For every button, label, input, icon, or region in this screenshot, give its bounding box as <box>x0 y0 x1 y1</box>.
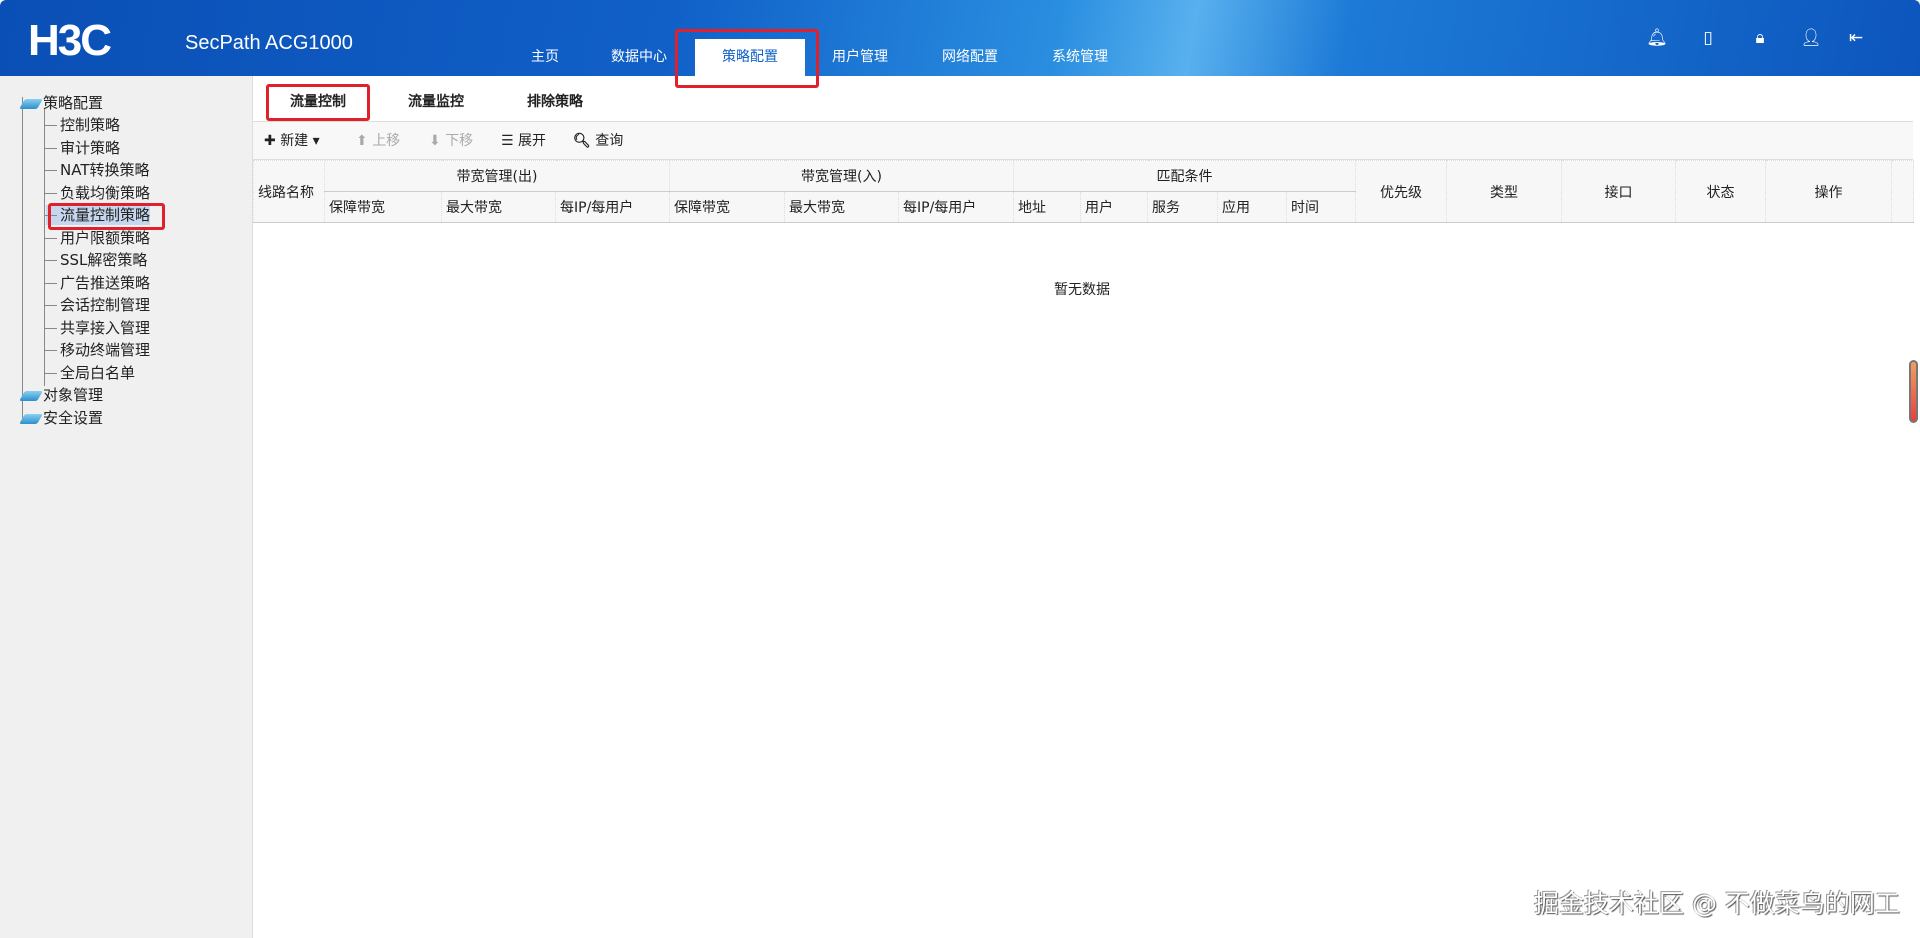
sidebar-item[interactable]: 会话控制管理 <box>44 295 151 315</box>
sidebar-item-label: 负载均衡策略 <box>60 183 151 202</box>
tree-node-label: 安全设置 <box>43 409 104 427</box>
col-status: 状态 <box>1675 160 1766 223</box>
expand-button[interactable]: ☰ 展开 <box>501 131 546 151</box>
tree-node-object-management[interactable]: 对象管理 <box>19 385 104 405</box>
save-icon[interactable]: ▯ <box>1696 26 1720 50</box>
highlight-box-nav <box>675 29 819 88</box>
sidebar-item[interactable]: SSL解密策略 <box>44 250 148 270</box>
expand-label: 展开 <box>518 133 547 149</box>
sidebar-item[interactable]: 广告推送策略 <box>44 273 151 293</box>
sidebar-item[interactable]: 移动终端管理 <box>44 340 151 360</box>
col-address: 地址 <box>1013 191 1081 223</box>
sidebar-item[interactable]: NAT转换策略 <box>44 160 150 180</box>
h3c-logo: H3C <box>28 16 112 65</box>
col-max-bw: 最大带宽 <box>784 191 899 223</box>
plus-icon: ✚ <box>264 133 276 149</box>
sidebar-item[interactable]: 共享接入管理 <box>44 318 151 338</box>
move-down-label: 下移 <box>445 133 474 149</box>
tree-node-security-settings[interactable]: 安全设置 <box>19 408 104 428</box>
toolbar: ✚ 新建 ▾ ⬆ 上移 ⬇ 下移 ☰ 展开 🔍︎ 查询 <box>253 122 1913 160</box>
sidebar-item-label: 移动终端管理 <box>60 341 151 359</box>
sidebar-item-label: SSL解密策略 <box>60 251 148 269</box>
sidebar-item[interactable]: 用户限额策略 <box>44 228 151 248</box>
col-service: 服务 <box>1147 191 1218 223</box>
col-user: 用户 <box>1080 191 1148 223</box>
col-per-ip: 每IP/每用户 <box>555 191 670 223</box>
col-action: 操作 <box>1765 160 1892 223</box>
search-icon: 🔍︎ <box>573 133 591 149</box>
empty-message: 暂无数据 <box>1054 282 1110 298</box>
user-icon[interactable]: 👤︎ <box>1799 26 1823 50</box>
col-time: 时间 <box>1286 191 1356 223</box>
arrow-down-circle-icon: ⬇ <box>429 133 441 149</box>
list-icon: ☰ <box>501 133 514 149</box>
col-line-name: 线路名称 <box>253 160 325 223</box>
tree-node-label: 对象管理 <box>43 386 104 404</box>
move-down-button[interactable]: ⬇ 下移 <box>429 131 473 151</box>
col-match: 匹配条件 <box>1013 160 1356 192</box>
arrow-up-circle-icon: ⬆ <box>356 133 368 149</box>
sidebar-item-label: 会话控制管理 <box>60 296 151 314</box>
col-bw-out: 带宽管理(出) <box>324 160 670 192</box>
move-up-label: 上移 <box>372 133 401 149</box>
new-button[interactable]: ✚ 新建 ▾ <box>264 131 320 151</box>
product-name: SecPath ACG1000 <box>185 32 353 54</box>
sidebar-item-label: 审计策略 <box>60 138 121 157</box>
col-priority: 优先级 <box>1355 160 1447 223</box>
col-max-bw: 最大带宽 <box>441 191 556 223</box>
scrollbar-thumb[interactable] <box>1909 360 1918 423</box>
query-label: 查询 <box>595 133 624 149</box>
logout-icon[interactable]: ⇤ <box>1844 26 1868 50</box>
sidebar-item-label: 广告推送策略 <box>60 273 151 292</box>
new-label: 新建 <box>280 133 309 149</box>
col-per-ip: 每IP/每用户 <box>898 191 1014 223</box>
tab-exclude-policy[interactable]: 排除策略 <box>503 84 607 120</box>
nav-network-config[interactable]: 网络配置 <box>915 39 1025 76</box>
folder-icon <box>19 390 43 401</box>
bell-icon[interactable]: 🔔︎ <box>1645 26 1669 50</box>
sidebar-item-label: 共享接入管理 <box>60 318 151 337</box>
query-button[interactable]: 🔍︎ 查询 <box>573 131 623 151</box>
sidebar-item[interactable]: 负载均衡策略 <box>44 183 151 203</box>
move-up-button[interactable]: ⬆ 上移 <box>356 131 400 151</box>
sidebar-item-label: 控制策略 <box>60 116 121 134</box>
col-application: 应用 <box>1217 191 1287 223</box>
sidebar-item-label: 用户限额策略 <box>60 228 151 247</box>
caret-down-icon: ▾ <box>312 133 320 149</box>
tab-traffic-monitor[interactable]: 流量监控 <box>384 84 488 120</box>
highlight-box-sidebar <box>48 203 165 230</box>
watermark: 掘金技术社区 @ 不做菜鸟的网工 <box>1534 889 1900 918</box>
policy-table: 线路名称 带宽管理(出) 带宽管理(入) 匹配条件 优先级 类型 接口 状态 操… <box>253 160 1914 223</box>
tree-node-label: 策略配置 <box>43 94 104 112</box>
col-bw-in: 带宽管理(入) <box>669 160 1014 192</box>
col-type: 类型 <box>1446 160 1562 223</box>
sidebar-item[interactable]: 全局白名单 <box>44 363 136 383</box>
sidebar-item[interactable]: 审计策略 <box>44 138 121 158</box>
lock-icon[interactable]: 🔒︎ <box>1748 26 1772 50</box>
folder-icon <box>19 413 43 424</box>
nav-user-management[interactable]: 用户管理 <box>805 39 915 76</box>
tree-node-policy-config[interactable]: 策略配置 <box>19 93 104 113</box>
nav-system-management[interactable]: 系统管理 <box>1025 39 1135 76</box>
col-guaranteed-bw: 保障带宽 <box>324 191 442 223</box>
sidebar-item[interactable]: 控制策略 <box>44 115 121 135</box>
sidebar-item-label: 全局白名单 <box>60 363 136 382</box>
col-guaranteed-bw: 保障带宽 <box>669 191 785 223</box>
folder-icon <box>19 98 43 109</box>
top-header: H3C SecPath ACG1000 主页 数据中心 策略配置 用户管理 网络… <box>0 0 1920 76</box>
sidebar-item-label: NAT转换策略 <box>60 161 150 179</box>
col-interface: 接口 <box>1561 160 1676 223</box>
highlight-box-tab <box>266 84 370 121</box>
